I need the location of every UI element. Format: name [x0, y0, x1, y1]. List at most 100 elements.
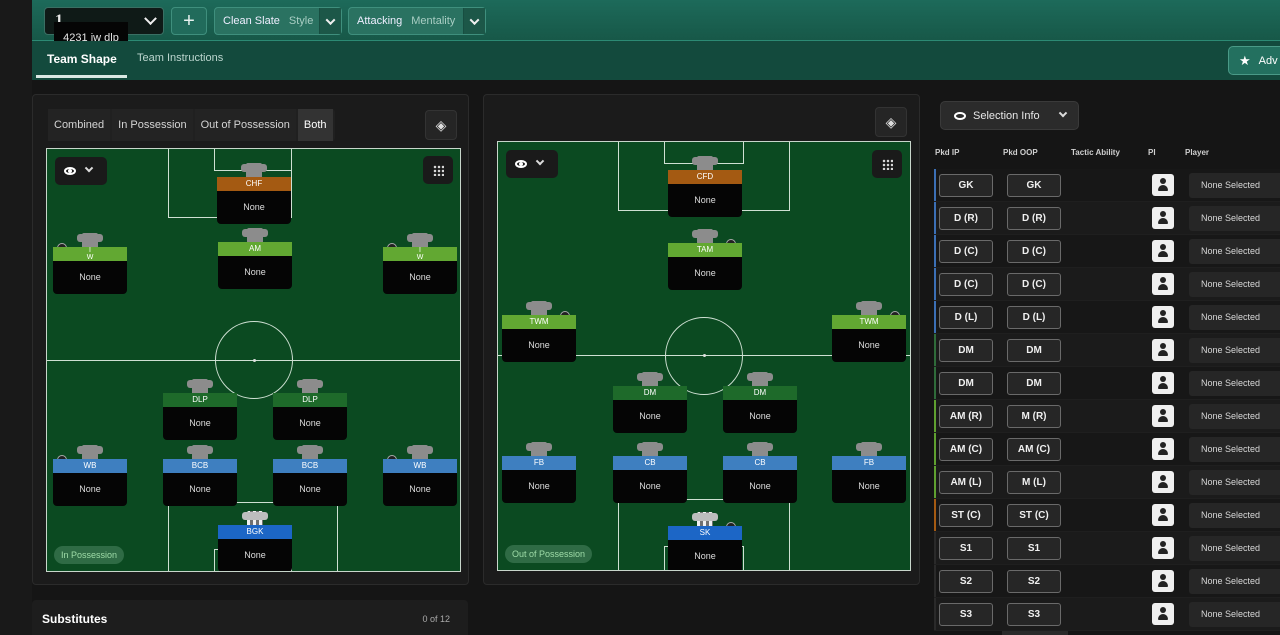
player-instructions-icon[interactable] [1152, 240, 1174, 262]
pkd-ip-button[interactable]: AM (C) [939, 438, 993, 461]
add-tactic-button[interactable]: + [171, 7, 207, 35]
pkd-oop-button[interactable]: S3 [1007, 603, 1061, 626]
player-slot[interactable]: FB None [832, 442, 906, 503]
player-select[interactable]: None Selected [1189, 470, 1280, 495]
pkd-ip-button[interactable]: AM (R) [939, 405, 993, 428]
player-slot[interactable]: BGK None [218, 511, 292, 571]
pkd-ip-button[interactable]: D (R) [939, 207, 993, 230]
player-slot[interactable]: CB None [723, 442, 797, 503]
mode-out-of-possession[interactable]: Out of Possession [194, 109, 296, 141]
player-slot[interactable]: CB None [613, 442, 687, 503]
tactic-selector[interactable]: 1 4231 iw dlp [44, 7, 164, 55]
pkd-ip-button[interactable]: S2 [939, 570, 993, 593]
tab-team-shape[interactable]: Team Shape [47, 52, 117, 66]
pkd-ip-button[interactable]: D (L) [939, 306, 993, 329]
pkd-ip-button[interactable]: D (C) [939, 240, 993, 263]
pitch-in-possession[interactable]: In Possession CHF None I W None AM None I W Non… [46, 148, 461, 572]
player-slot[interactable]: AM None [218, 228, 292, 289]
tab-team-instructions[interactable]: Team Instructions [137, 52, 223, 64]
pkd-oop-button[interactable]: S1 [1007, 537, 1061, 560]
grid-toggle[interactable] [872, 150, 902, 178]
player-instructions-icon[interactable] [1152, 339, 1174, 361]
player-slot[interactable]: BCB None [273, 445, 347, 506]
player-instructions-icon[interactable] [1152, 471, 1174, 493]
mode-combined[interactable]: Combined [48, 109, 111, 141]
player-select[interactable]: None Selected [1189, 602, 1280, 627]
mentality-dropdown[interactable]: Attacking Mentality [348, 7, 486, 35]
pkd-oop-button[interactable]: M (L) [1007, 471, 1061, 494]
pkd-oop-button[interactable]: D (C) [1007, 240, 1061, 263]
player-slot[interactable]: DLP None [163, 379, 237, 440]
formation-icon-button[interactable]: ◈ [425, 110, 457, 140]
pkd-oop-button[interactable]: DM [1007, 339, 1061, 362]
pkd-ip-button[interactable]: D (C) [939, 273, 993, 296]
player-select[interactable]: None Selected [1189, 404, 1280, 429]
player-slot[interactable]: I W None [53, 233, 127, 294]
pkd-oop-button[interactable]: D (L) [1007, 306, 1061, 329]
style-dropdown[interactable]: Clean Slate Style [214, 7, 342, 35]
pkd-oop-button[interactable]: D (C) [1007, 273, 1061, 296]
pkd-ip-button[interactable]: S3 [939, 603, 993, 626]
player-slot[interactable]: WB None [53, 445, 127, 506]
player-instructions-icon[interactable] [1152, 438, 1174, 460]
player-slot[interactable]: CFD None [668, 156, 742, 217]
position-color-bar [934, 169, 936, 201]
player-instructions-icon[interactable] [1152, 174, 1174, 196]
pkd-oop-button[interactable]: ST (C) [1007, 504, 1061, 527]
player-instructions-icon[interactable] [1152, 306, 1174, 328]
player-select[interactable]: None Selected [1189, 173, 1280, 198]
pkd-oop-button[interactable]: GK [1007, 174, 1061, 197]
player-slot[interactable]: TAM None [668, 229, 742, 290]
player-select[interactable]: None Selected [1189, 206, 1280, 231]
visibility-toggle[interactable] [55, 157, 107, 185]
visibility-toggle[interactable] [506, 150, 558, 178]
pkd-oop-button[interactable]: D (R) [1007, 207, 1061, 230]
grid-toggle[interactable] [423, 156, 453, 184]
pkd-oop-button[interactable]: AM (C) [1007, 438, 1061, 461]
mode-in-possession[interactable]: In Possession [112, 109, 193, 141]
player-instructions-icon[interactable] [1152, 537, 1174, 559]
player-slot[interactable]: BCB None [163, 445, 237, 506]
advanced-button[interactable]: ★ Adv [1228, 46, 1280, 75]
player-instructions-icon[interactable] [1152, 273, 1174, 295]
formation-icon-button[interactable]: ◈ [875, 107, 907, 137]
pkd-ip-button[interactable]: AM (L) [939, 471, 993, 494]
player-select[interactable]: None Selected [1189, 569, 1280, 594]
player-slot[interactable]: TWM None [502, 301, 576, 362]
player-slot[interactable]: SK None [668, 512, 742, 570]
pkd-oop-button[interactable]: S2 [1007, 570, 1061, 593]
player-instructions-icon[interactable] [1152, 504, 1174, 526]
player-select[interactable]: None Selected [1189, 305, 1280, 330]
pitch-out-of-possession[interactable]: Out of Possession CFD None TAM None TWM None T… [497, 141, 911, 571]
player-instructions-icon[interactable] [1152, 372, 1174, 394]
pkd-oop-button[interactable]: DM [1007, 372, 1061, 395]
player-select[interactable]: None Selected [1189, 239, 1280, 264]
player-select[interactable]: None Selected [1189, 272, 1280, 297]
player-slot[interactable]: FB None [502, 442, 576, 503]
player-instructions-icon[interactable] [1152, 570, 1174, 592]
player-slot[interactable]: I W None [383, 233, 457, 294]
pkd-ip-button[interactable]: DM [939, 372, 993, 395]
player-select[interactable]: None Selected [1189, 437, 1280, 462]
pkd-ip-button[interactable]: GK [939, 174, 993, 197]
mode-both[interactable]: Both [297, 109, 333, 141]
pkd-ip-button[interactable]: S1 [939, 537, 993, 560]
pkd-ip-button[interactable]: DM [939, 339, 993, 362]
player-select[interactable]: None Selected [1189, 536, 1280, 561]
player-slot[interactable]: DM None [613, 372, 687, 433]
player-slot[interactable]: DM None [723, 372, 797, 433]
player-slot[interactable]: CHF None [217, 163, 291, 224]
player-instructions-icon[interactable] [1152, 603, 1174, 625]
player-select[interactable]: None Selected [1189, 371, 1280, 396]
player-select[interactable]: None Selected [1189, 338, 1280, 363]
selection-info-dropdown[interactable]: Selection Info [940, 101, 1079, 130]
player-name: None [613, 400, 687, 433]
player-slot[interactable]: WB None [383, 445, 457, 506]
player-instructions-icon[interactable] [1152, 207, 1174, 229]
pkd-oop-button[interactable]: M (R) [1007, 405, 1061, 428]
player-instructions-icon[interactable] [1152, 405, 1174, 427]
pkd-ip-button[interactable]: ST (C) [939, 504, 993, 527]
player-slot[interactable]: DLP None [273, 379, 347, 440]
player-select[interactable]: None Selected [1189, 503, 1280, 528]
player-slot[interactable]: TWM None [832, 301, 906, 362]
